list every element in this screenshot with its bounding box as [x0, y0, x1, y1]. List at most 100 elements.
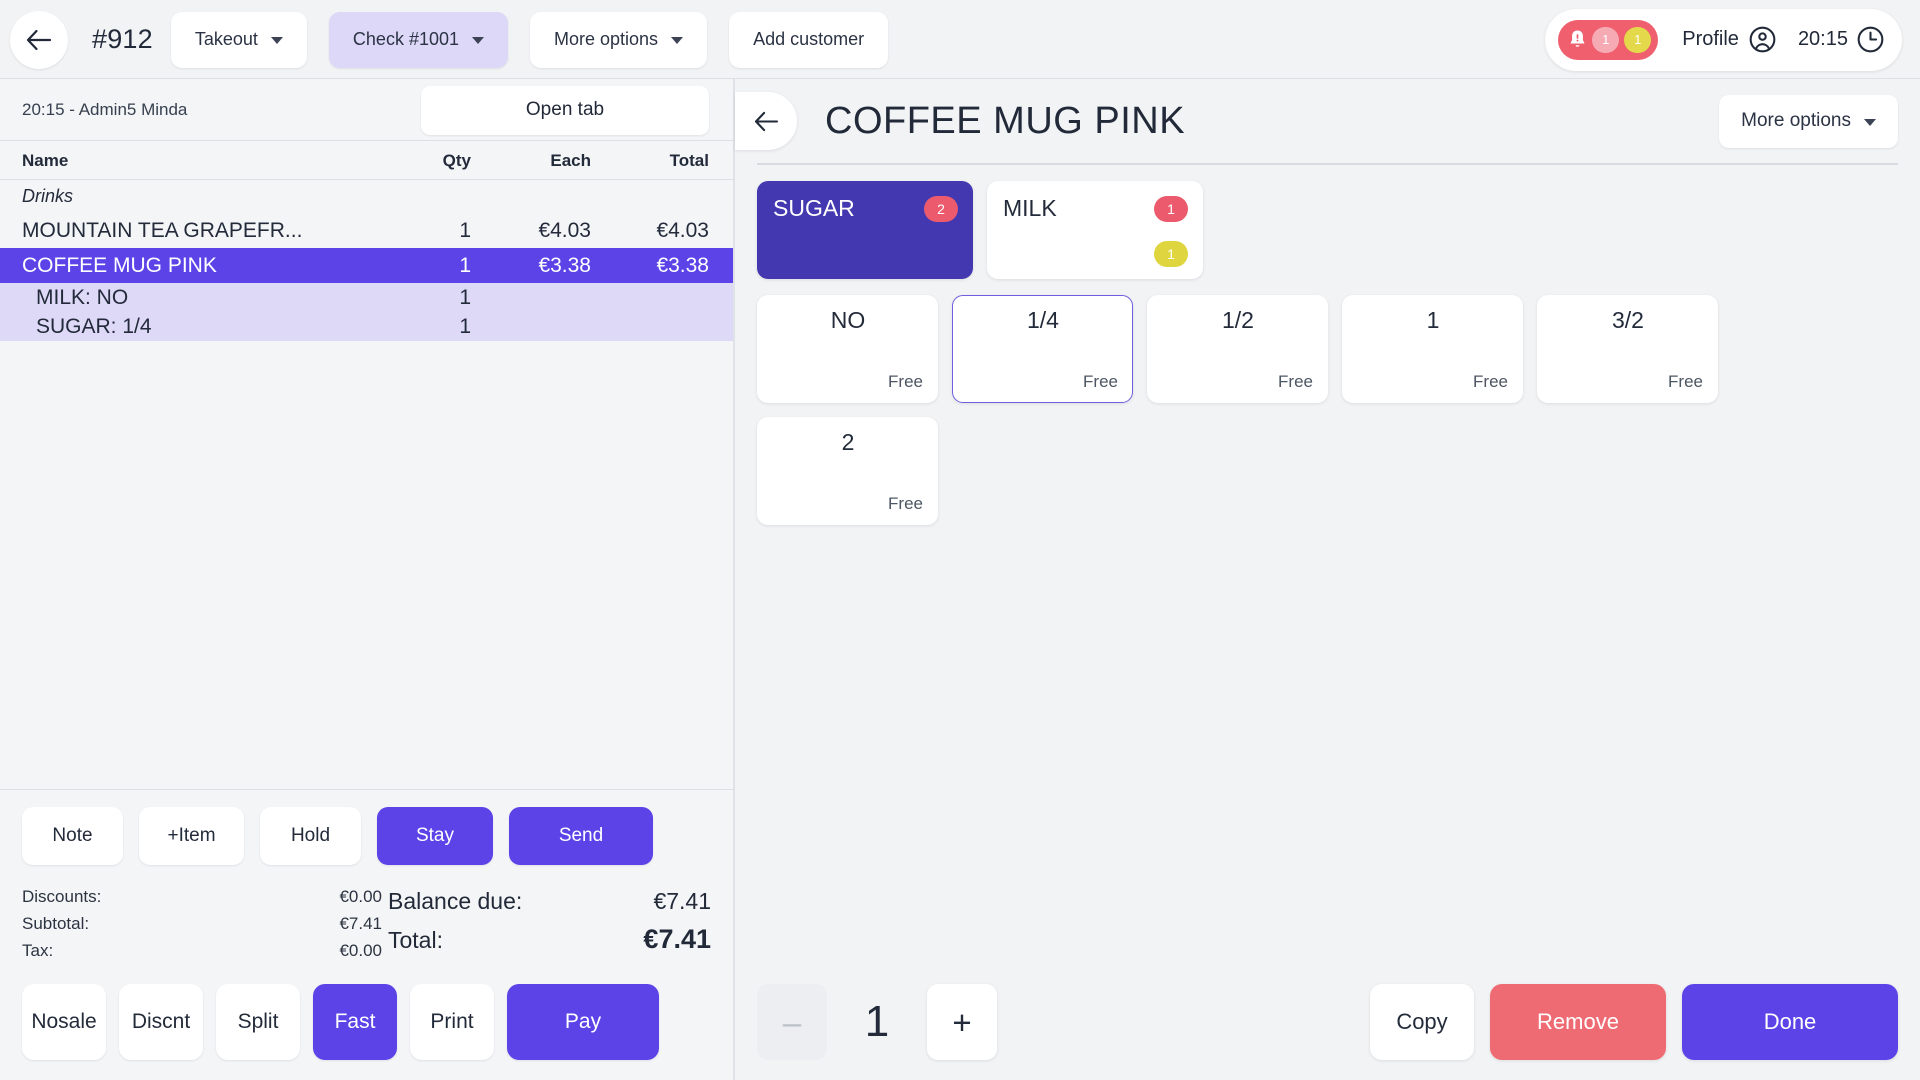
modifier-group-sugar[interactable]: SUGAR 2 — [757, 181, 973, 279]
tax-line: Tax: €0.00 — [22, 937, 382, 964]
check-dropdown[interactable]: Check #1001 — [328, 11, 508, 68]
back-button[interactable] — [10, 10, 68, 69]
column-header-total: Total — [669, 150, 709, 170]
group-badge-required: 1 — [1154, 195, 1188, 222]
print-button[interactable]: Print — [410, 984, 494, 1060]
order-action-bar: Note +Item Hold Stay Send — [0, 789, 733, 879]
order-item-row[interactable]: MOUNTAIN TEA GRAPEFR... 1 €4.03 €4.03 — [0, 213, 733, 248]
add-customer-button[interactable]: Add customer — [729, 11, 889, 68]
modifier-buttons-host: Copy Remove Done — [1354, 984, 1898, 1060]
order-panel: 20:15 - Admin5 Minda Open tab Name Qty E… — [0, 79, 735, 1080]
arrow-left-icon — [26, 29, 52, 50]
body-split: 20:15 - Admin5 Minda Open tab Name Qty E… — [0, 79, 1920, 1080]
modifier-back-button[interactable] — [735, 92, 797, 150]
note-button[interactable]: Note — [22, 807, 123, 865]
column-header-name: Name — [22, 150, 69, 170]
total-line: Total: €7.41 — [388, 919, 711, 960]
user-circle-icon[interactable] — [1749, 26, 1776, 53]
option-name: 1/2 — [1222, 307, 1254, 333]
order-modifier-row[interactable]: MILK: NO 1 — [0, 283, 733, 312]
payment-action-bar: Nosale Discnt Split Fast Print Pay — [0, 974, 733, 1080]
clock-icon[interactable] — [1857, 26, 1884, 53]
totals-summary: Balance due: €7.41 Total: €7.41 — [382, 883, 711, 964]
modifier-option-tile[interactable]: 1 Free — [1342, 295, 1523, 403]
row-qty: 1 — [459, 218, 471, 242]
quantity-value: 1 — [864, 997, 890, 1046]
discounts-label: Discounts: — [22, 887, 102, 906]
row-qty: 1 — [459, 314, 471, 338]
modifier-option-tile[interactable]: 3/2 Free — [1537, 295, 1718, 403]
plus-icon: + — [952, 1003, 972, 1041]
remove-button[interactable]: Remove — [1490, 984, 1666, 1060]
pay-button[interactable]: Pay — [507, 984, 659, 1060]
modifier-more-options-button[interactable]: More options — [1719, 94, 1898, 148]
modifier-option-tile[interactable]: 1/4 Free — [952, 295, 1133, 403]
current-time: 20:15 — [1797, 28, 1848, 50]
pos-app: #912 Takeout Check #1001 More options Ad… — [0, 0, 1920, 1080]
check-label: Check #1001 — [352, 29, 459, 49]
more-options-label: More options — [554, 29, 659, 49]
order-panel-header: 20:15 - Admin5 Minda Open tab — [0, 79, 733, 141]
row-total: €4.03 — [656, 218, 709, 242]
order-item-row[interactable]: COFFEE MUG PINK 1 €3.38 €3.38 — [0, 248, 733, 283]
group-badge-required: 2 — [924, 195, 958, 222]
send-button[interactable]: Send — [509, 807, 653, 865]
row-qty: 1 — [459, 285, 471, 309]
order-type-label: Takeout — [194, 29, 258, 49]
chevron-down-icon — [270, 37, 283, 44]
row-qty: 1 — [459, 253, 471, 277]
chevron-down-icon — [671, 37, 684, 44]
modifier-option-tile[interactable]: 1/2 Free — [1147, 295, 1328, 403]
stay-button[interactable]: Stay — [377, 807, 493, 865]
discnt-button[interactable]: Discnt — [119, 984, 203, 1060]
add-customer-label: Add customer — [753, 29, 865, 49]
option-name: 2 — [841, 429, 855, 455]
add-item-button[interactable]: +Item — [139, 807, 244, 865]
top-bar: #912 Takeout Check #1001 More options Ad… — [0, 0, 1920, 79]
notification-badge-yellow: 1 — [1624, 26, 1652, 53]
copy-button[interactable]: Copy — [1370, 984, 1474, 1060]
modifier-option-tile[interactable]: NO Free — [757, 295, 938, 403]
column-header-each: Each — [550, 150, 591, 170]
tax-label: Tax: — [22, 941, 54, 960]
product-title: COFFEE MUG PINK — [825, 99, 1186, 142]
group-name: MILK — [1003, 195, 1057, 221]
category-row: Drinks — [22, 186, 74, 206]
modifier-option-tile[interactable]: 2 Free — [757, 417, 938, 525]
group-badge-selected: 1 — [1154, 241, 1188, 267]
option-price: Free — [1083, 372, 1118, 391]
split-button[interactable]: Split — [216, 984, 300, 1060]
option-price: Free — [1278, 372, 1313, 391]
minus-icon: – — [782, 1003, 802, 1041]
option-price: Free — [888, 372, 923, 391]
option-price: Free — [888, 494, 923, 513]
option-name: 3/2 — [1612, 307, 1644, 333]
tax-value: €0.00 — [339, 941, 382, 960]
row-name: MILK: NO — [36, 285, 129, 309]
order-type-dropdown[interactable]: Takeout — [170, 11, 307, 68]
row-name: SUGAR: 1/4 — [36, 314, 152, 338]
open-tab-button[interactable]: Open tab — [421, 85, 709, 135]
group-top-row: SUGAR 2 — [773, 195, 958, 222]
option-price: Free — [1473, 372, 1508, 391]
order-number: #912 — [92, 24, 153, 54]
quantity-decrement-button[interactable]: – — [757, 984, 827, 1060]
subtotal-line: Subtotal: €7.41 — [22, 910, 382, 937]
more-options-dropdown[interactable]: More options — [530, 11, 708, 68]
order-modifier-row[interactable]: SUGAR: 1/4 1 — [0, 312, 733, 341]
profile-label[interactable]: Profile — [1682, 28, 1739, 51]
subtotal-label: Subtotal: — [22, 914, 90, 933]
notification-button[interactable]: 1 1 — [1558, 19, 1659, 60]
fast-button[interactable]: Fast — [313, 984, 397, 1060]
nosale-button[interactable]: Nosale — [22, 984, 106, 1060]
done-button[interactable]: Done — [1682, 984, 1898, 1060]
row-each: €4.03 — [538, 218, 591, 242]
chevron-down-icon — [472, 37, 484, 44]
modifier-panel: COFFEE MUG PINK More options SUGAR 2 MILK 1… — [735, 79, 1920, 1080]
order-rows-host: MOUNTAIN TEA GRAPEFR... 1 €4.03 €4.03 COFFEE… — [0, 213, 733, 341]
hold-button[interactable]: Hold — [260, 807, 361, 865]
chevron-down-icon — [1864, 118, 1876, 126]
quantity-increment-button[interactable]: + — [927, 984, 997, 1060]
modifier-group-milk[interactable]: MILK 1 1 — [987, 181, 1203, 279]
order-table-header: Name Qty Each Total — [0, 141, 733, 180]
